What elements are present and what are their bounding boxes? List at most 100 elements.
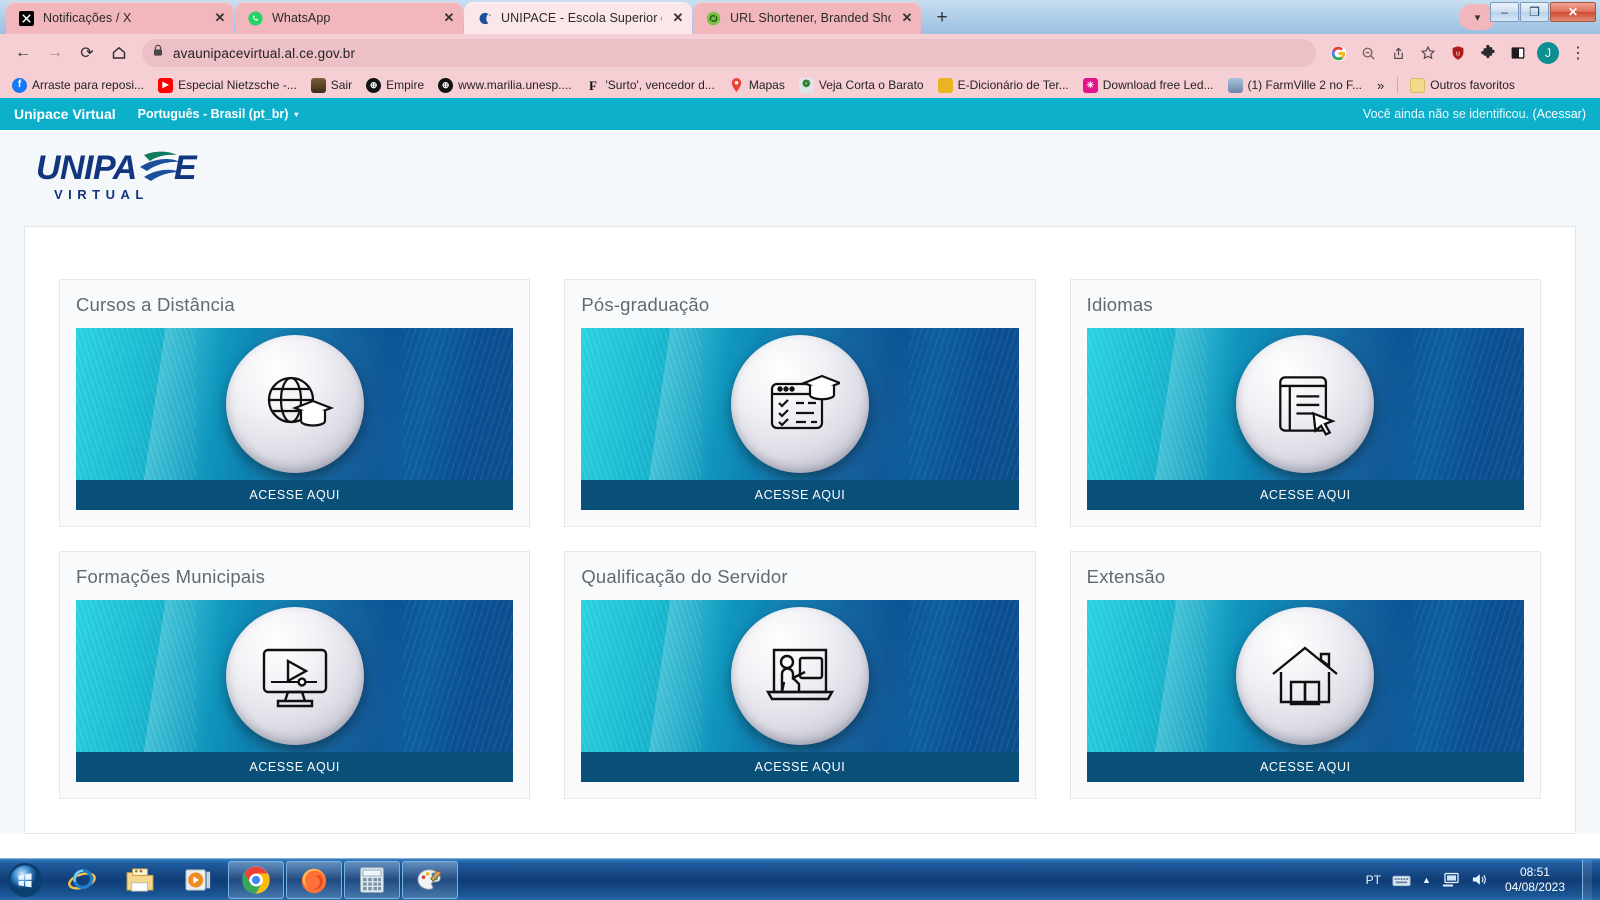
browser-tab[interactable]: Notificações / X ✕ (6, 2, 234, 34)
course-card-formacoes-municipais: Formações Municipais ACESSE AQUI (59, 551, 531, 799)
reload-icon[interactable]: ⟳ (72, 38, 102, 68)
bookmark-item[interactable]: (1) FarmVille 2 no F... (1222, 76, 1368, 95)
access-button[interactable]: ACESSE AQUI (76, 752, 514, 782)
network-icon[interactable] (1442, 872, 1460, 887)
monitor-play-icon (262, 648, 327, 708)
start-button[interactable] (2, 860, 48, 900)
access-button[interactable]: ACESSE AQUI (1086, 480, 1524, 510)
card-banner[interactable] (1086, 328, 1524, 480)
card-title: Idiomas (1086, 294, 1153, 315)
tab-close-icon[interactable]: ✕ (899, 10, 915, 26)
course-card-idiomas: Idiomas ACESSE AQUI (1069, 279, 1541, 527)
access-button[interactable]: ACESSE AQUI (1086, 752, 1524, 782)
svg-text:VIRTUAL: VIRTUAL (54, 187, 149, 202)
page-header: UNIPA E VIRTUAL (0, 130, 1600, 226)
address-bar[interactable]: avaunipacevirtual.al.ce.gov.br (142, 39, 1316, 67)
other-bookmarks-label: Outros favoritos (1430, 78, 1515, 92)
minimize-button[interactable]: – (1490, 2, 1519, 22)
bookmark-item[interactable]: Mapas (723, 76, 791, 95)
profile-avatar[interactable]: J (1534, 39, 1562, 67)
login-status-text: Você ainda não se identificou. (1362, 107, 1530, 121)
unipace-logo[interactable]: UNIPA E VIRTUAL (36, 145, 228, 212)
address-bar-text: avaunipacevirtual.al.ce.gov.br (173, 45, 356, 61)
new-tab-button[interactable]: + (928, 4, 956, 32)
windows-desktop: Notificações / X ✕ WhatsApp ✕ UNIPACE - … (0, 0, 1600, 900)
share-icon[interactable] (1384, 39, 1412, 67)
site-name-link[interactable]: Unipace Virtual (14, 106, 116, 122)
back-icon[interactable]: ← (8, 38, 38, 68)
clock-time: 08:51 (1519, 864, 1550, 879)
system-tray: PT ▲ 08:51 04/08/2023 (1366, 859, 1600, 900)
course-card-extensao: Extensão ACESSE AQUI (1069, 551, 1541, 799)
zoom-out-icon[interactable] (1354, 39, 1382, 67)
keyboard-icon[interactable] (1392, 873, 1411, 887)
star-pink-icon: ✳ (1082, 77, 1098, 93)
other-bookmarks-folder[interactable]: Outros favoritos (1404, 76, 1521, 95)
show-desktop-button[interactable] (1582, 859, 1592, 900)
taskbar-internet-explorer[interactable] (54, 861, 110, 899)
card-title: Pós-graduação (581, 294, 710, 315)
folder-yellow-icon (937, 77, 953, 93)
card-banner[interactable] (581, 328, 1019, 480)
bookmark-item[interactable]: ⊕ Empire (360, 76, 430, 95)
access-button[interactable]: ACESSE AQUI (581, 752, 1019, 782)
card-banner[interactable] (76, 600, 514, 752)
content-card: Cursos a Distância ACESSE AQUI Pós-gradu… (24, 226, 1576, 834)
clock[interactable]: 08:51 04/08/2023 (1499, 865, 1565, 895)
course-card-qualificacao-do-servidor: Qualificação do Servidor ACESSE AQUI (564, 551, 1036, 799)
bookmark-item[interactable]: ✳ Download free Led... (1077, 76, 1220, 95)
taskbar-google-chrome[interactable] (228, 860, 284, 899)
taskbar-paint[interactable] (402, 860, 458, 899)
course-card-cursos-a-distancia: Cursos a Distância ACESSE AQUI (59, 279, 531, 527)
login-link[interactable]: (Acessar) (1533, 107, 1586, 121)
card-title: Cursos a Distância (76, 294, 235, 315)
volume-icon[interactable] (1471, 872, 1488, 887)
tray-language[interactable]: PT (1366, 873, 1381, 887)
banner-stripes-right (403, 328, 514, 480)
windows-taskbar: PT ▲ 08:51 04/08/2023 (0, 858, 1600, 900)
laptop-teacher-icon (765, 648, 835, 701)
bookmark-item[interactable]: ⊕ www.marilia.unesp.... (432, 76, 577, 95)
browser-tab[interactable]: URL Shortener, Branded Short Lin ✕ (693, 2, 921, 34)
browser-toolbar: ← → ⟳ avaunipacevirtual.al.ce.gov.br u J… (0, 34, 1600, 72)
access-button[interactable]: ACESSE AQUI (581, 480, 1019, 510)
maximize-button[interactable]: ❐ (1520, 2, 1549, 22)
bookmark-star-icon[interactable] (1414, 39, 1442, 67)
google-lens-icon[interactable] (1324, 39, 1352, 67)
extensions-puzzle-icon[interactable] (1474, 39, 1502, 67)
bookmark-item[interactable]: ▶ Especial Nietzsche -... (152, 76, 303, 95)
bookmark-item[interactable]: E-Dicionário de Ter... (932, 76, 1075, 95)
card-banner[interactable] (1086, 600, 1524, 752)
home-icon[interactable] (104, 38, 134, 68)
ublock-shield-icon[interactable]: u (1444, 39, 1472, 67)
language-menu[interactable]: Português - Brasil (pt_br) ▾ (138, 107, 299, 121)
page-viewport: Unipace Virtual Português - Brasil (pt_b… (0, 98, 1600, 858)
side-panel-icon[interactable] (1504, 39, 1532, 67)
taskbar-mozilla-firefox[interactable] (286, 860, 342, 899)
browser-tab-active[interactable]: UNIPACE - Escola Superior do Pa ✕ (464, 2, 692, 34)
browser-tab[interactable]: WhatsApp ✕ (235, 2, 463, 34)
bookmark-item[interactable]: F 'Surto', vencedor d... (580, 76, 721, 95)
banner-stripes-right (1413, 328, 1524, 480)
tray-overflow-icon[interactable]: ▲ (1422, 875, 1431, 885)
bookmark-label: Empire (386, 78, 425, 92)
clock-date: 04/08/2023 (1504, 879, 1565, 894)
access-button[interactable]: ACESSE AQUI (76, 480, 514, 510)
bookmark-item[interactable]: ❁ Veja Corta o Barato (793, 76, 930, 95)
bookmark-item[interactable]: f Arraste para reposi... (6, 76, 150, 95)
tab-close-icon[interactable]: ✕ (212, 10, 228, 26)
tab-close-icon[interactable]: ✕ (441, 10, 457, 26)
bookmark-item[interactable]: Sair (305, 76, 358, 95)
bookmarks-overflow-icon[interactable]: » (1370, 76, 1391, 95)
painting-icon (310, 77, 326, 93)
forward-icon[interactable]: → (40, 38, 70, 68)
close-button[interactable]: ✕ (1550, 2, 1596, 22)
taskbar-media-player[interactable] (170, 861, 226, 899)
site-navbar: Unipace Virtual Português - Brasil (pt_b… (0, 98, 1600, 130)
taskbar-file-explorer[interactable] (112, 861, 168, 899)
tab-close-icon[interactable]: ✕ (670, 10, 686, 26)
chrome-menu-icon[interactable]: ⋮ (1564, 39, 1592, 67)
taskbar-calculator[interactable] (344, 860, 400, 899)
card-banner[interactable] (581, 600, 1019, 752)
card-banner[interactable] (76, 328, 514, 480)
